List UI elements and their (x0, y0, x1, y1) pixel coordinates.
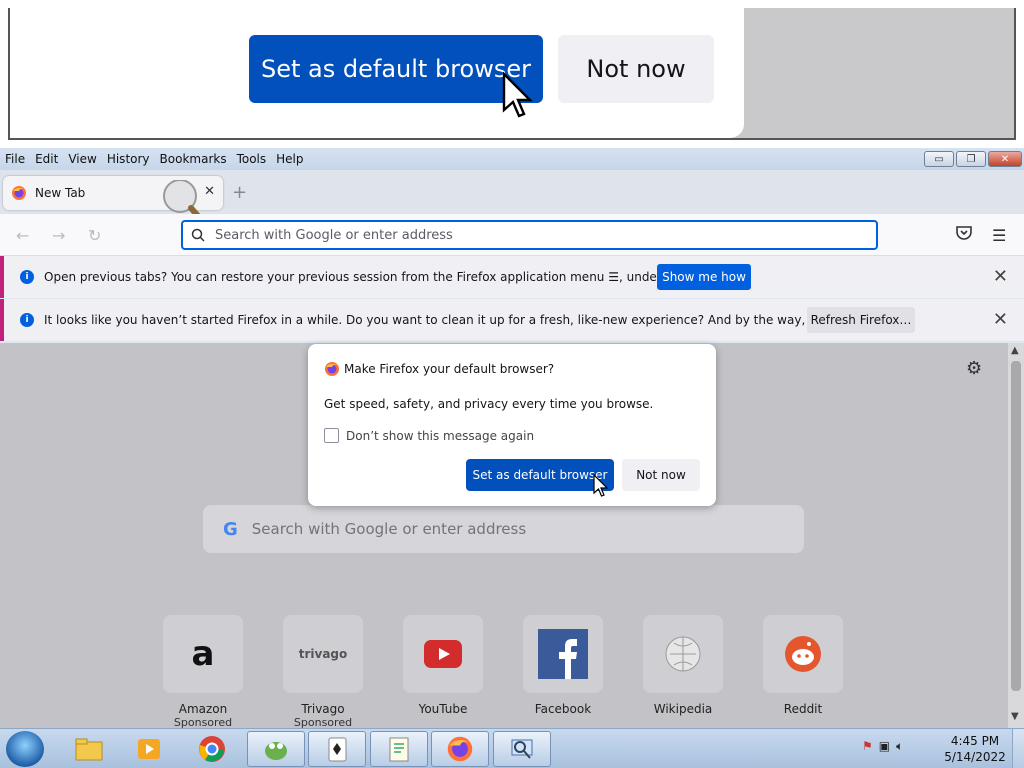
system-tray: ⚑ ▣ 🔈︎ (862, 739, 903, 754)
solitaire-taskbar-icon[interactable] (308, 731, 366, 767)
google-icon: G (223, 518, 238, 540)
show-desktop-button[interactable] (1012, 729, 1024, 768)
scroll-up-icon[interactable]: ▲ (1011, 345, 1019, 356)
dont-show-again-checkbox[interactable] (324, 428, 339, 443)
firefox-icon (325, 362, 339, 376)
top-site-trivago[interactable]: trivago Trivago Sponsored (283, 615, 363, 729)
top-site-youtube[interactable]: YouTube (403, 615, 483, 716)
top-site-facebook[interactable]: Facebook (523, 615, 603, 716)
mouse-cursor-icon (502, 72, 533, 118)
notification-message: It looks like you haven’t started Firefo… (44, 313, 900, 327)
set-default-browser-button[interactable]: Set as default browser (466, 459, 614, 491)
reddit-icon (763, 615, 843, 693)
explorer-taskbar-icon[interactable] (60, 731, 118, 767)
address-placeholder: Search with Google or enter address (215, 227, 453, 243)
menu-help[interactable]: Help (271, 152, 308, 166)
firefox-icon (12, 186, 26, 200)
newtab-search-box[interactable]: G Search with Google or enter address (203, 505, 804, 553)
pocket-icon[interactable] (955, 224, 973, 242)
amazon-icon: a (163, 615, 243, 693)
volume-icon[interactable]: 🔈︎ (896, 739, 903, 754)
notification-restore-session: i Open previous tabs? You can restore yo… (0, 256, 1024, 298)
network-tool-taskbar-icon[interactable] (493, 731, 551, 767)
facebook-icon (523, 615, 603, 693)
windows-taskbar: ⚑ ▣ 🔈︎ 4:45 PM 5/14/2022 (0, 728, 1024, 768)
minimize-button[interactable]: ▭ (924, 151, 954, 167)
dialog-title: Make Firefox your default browser? (344, 362, 555, 376)
menu-history[interactable]: History (102, 152, 155, 166)
gear-icon[interactable]: ⚙ (966, 358, 982, 379)
zoom-dialog-crop: Set as default browser Not now (10, 8, 744, 138)
menu-file[interactable]: File (0, 152, 30, 166)
taskbar-clock[interactable]: 4:45 PM 5/14/2022 (944, 733, 1006, 765)
top-site-amazon[interactable]: a Amazon Sponsored (163, 615, 243, 729)
menu-tools[interactable]: Tools (232, 152, 272, 166)
trivago-icon: trivago (283, 615, 363, 693)
navigation-toolbar: ← → ↻ Search with Google or enter addres… (0, 214, 1024, 256)
window-controls: ▭ ❐ ✕ (924, 151, 1022, 167)
tab-strip: New Tab ✕ + (0, 170, 1024, 235)
restore-button[interactable]: ❐ (956, 151, 986, 167)
menu-bar: File Edit View History Bookmarks Tools H… (0, 148, 1024, 170)
notification-refresh-firefox: i It looks like you haven’t started Fire… (0, 299, 1024, 341)
zoom-inset: Set as default browser Not now (0, 0, 1024, 148)
app-menu-icon[interactable]: ☰ (992, 226, 1006, 245)
firefox-window: File Edit View History Bookmarks Tools H… (0, 148, 1024, 729)
tab-title: New Tab (35, 186, 86, 200)
dialog-body: Get speed, safety, and privacy every tim… (324, 397, 654, 411)
wikipedia-icon (643, 615, 723, 693)
close-icon[interactable]: ✕ (993, 266, 1008, 287)
firefox-taskbar-icon[interactable] (431, 731, 489, 767)
info-icon: i (20, 313, 34, 327)
newtab-search-placeholder: Search with Google or enter address (251, 520, 527, 538)
not-now-button[interactable]: Not now (622, 459, 700, 491)
media-player-taskbar-icon[interactable] (120, 731, 178, 767)
default-browser-dialog: Make Firefox your default browser? Get s… (308, 344, 716, 506)
menu-edit[interactable]: Edit (30, 152, 63, 166)
mouse-cursor-icon (593, 474, 609, 497)
app-taskbar-icon[interactable] (247, 731, 305, 767)
scroll-down-icon[interactable]: ▼ (1011, 711, 1019, 722)
info-icon: i (20, 270, 34, 284)
refresh-firefox-button[interactable]: Refresh Firefox… (807, 307, 915, 333)
search-icon (191, 228, 205, 242)
clock-time: 4:45 PM (950, 734, 1000, 748)
network-icon[interactable]: ▣ (879, 739, 890, 754)
menu-bookmarks[interactable]: Bookmarks (155, 152, 232, 166)
top-site-reddit[interactable]: Reddit (763, 615, 843, 716)
back-arrow-icon[interactable]: ← (16, 226, 29, 245)
show-me-how-button[interactable]: Show me how (657, 264, 751, 290)
forward-arrow-icon[interactable]: → (52, 226, 65, 245)
notification-message: Open previous tabs? You can restore your… (44, 270, 711, 284)
address-bar[interactable]: Search with Google or enter address (181, 220, 878, 250)
scroll-thumb[interactable] (1011, 361, 1021, 691)
chrome-taskbar-icon[interactable] (183, 731, 241, 767)
youtube-icon (403, 615, 483, 693)
clock-date: 5/14/2022 (944, 750, 1006, 764)
checkbox-label: Don’t show this message again (346, 429, 535, 443)
close-window-button[interactable]: ✕ (988, 151, 1022, 167)
zoom-set-default-button[interactable]: Set as default browser (249, 35, 543, 103)
zoom-frame: Set as default browser Not now (8, 8, 1016, 140)
action-center-flag-icon[interactable]: ⚑ (862, 739, 873, 754)
close-icon[interactable]: ✕ (993, 309, 1008, 330)
notepad-taskbar-icon[interactable] (370, 731, 428, 767)
top-site-wikipedia[interactable]: Wikipedia (643, 615, 723, 716)
reload-icon[interactable]: ↻ (88, 226, 101, 245)
zoom-not-now-button[interactable]: Not now (558, 35, 714, 103)
vertical-scrollbar[interactable]: ▲ ▼ (1008, 343, 1024, 728)
start-button[interactable] (6, 731, 44, 767)
menu-view[interactable]: View (63, 152, 101, 166)
new-tab-button[interactable]: + (232, 182, 247, 203)
